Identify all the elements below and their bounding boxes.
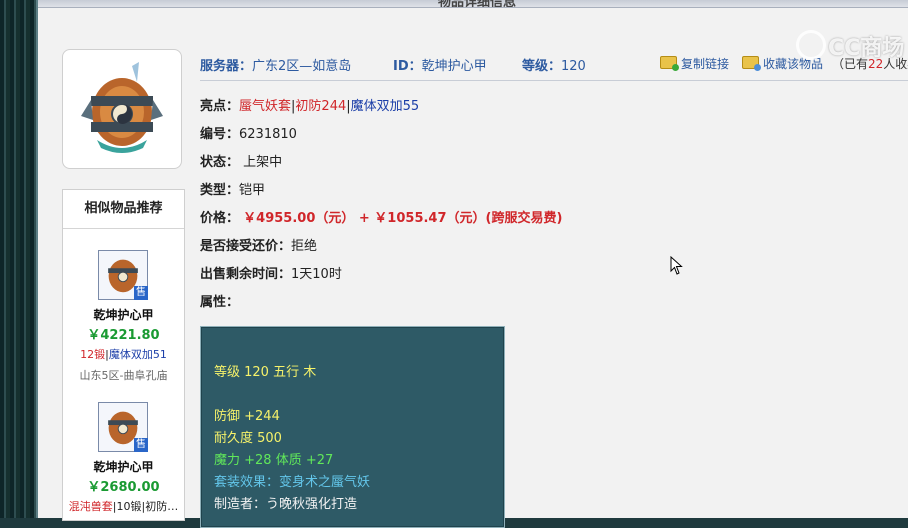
favorite-icon xyxy=(742,56,761,71)
level-value: 120 xyxy=(561,59,586,74)
time-left-row: 出售剩余时间：1天10时 xyxy=(200,267,342,282)
type-value: 铠甲 xyxy=(239,183,266,198)
attr-durability: 耐久度 500 xyxy=(214,431,282,446)
attr-set-effect: 套装效果：变身术之蜃气妖 xyxy=(214,475,371,490)
time-left-value: 1天10时 xyxy=(291,267,342,282)
attributes-panel: 等级 120 五行 木 防御 +244 耐久度 500 魔力 +28 体质 +2… xyxy=(200,326,505,528)
similar-item-tags: 12锻|魔体双加51 xyxy=(80,348,167,361)
armor-icon xyxy=(81,62,163,153)
id-value: 乾坤护心甲 xyxy=(421,59,487,74)
watermark-logo: CC商场 xyxy=(796,30,904,62)
level-info: 等级：120 xyxy=(522,59,586,74)
attr-defense: 防御 +244 xyxy=(214,409,280,424)
similar-item-thumb[interactable]: 售 xyxy=(98,402,148,452)
section-title: 物品详细信息 xyxy=(438,0,517,8)
similar-items-panel: 相似物品推荐 售 乾坤护心甲 ￥4221.80 12锻|魔体双加51 山东5区-… xyxy=(62,189,185,521)
similar-item-name[interactable]: 乾坤护心甲 xyxy=(63,458,184,475)
server-value: 广东2区—如意岛 xyxy=(252,59,352,74)
similar-item-name[interactable]: 乾坤护心甲 xyxy=(63,306,184,323)
number-value: 6231810 xyxy=(239,127,297,142)
sale-badge: 售 xyxy=(134,286,148,300)
highlight-defense: 初防244 xyxy=(295,99,347,114)
id-info: ID：乾坤护心甲 xyxy=(393,59,487,74)
similar-item-price: ￥4221.80 xyxy=(87,328,160,343)
highlight-set: 蜃气妖套 xyxy=(239,99,292,114)
status-value: 上架中 xyxy=(243,155,283,170)
attr-maker: 制造者：う晚秋强化打造 xyxy=(214,497,358,512)
copy-link-icon xyxy=(660,56,679,71)
item-image-box xyxy=(62,49,182,169)
attributes-label-row: 属性： xyxy=(200,295,240,310)
left-rail xyxy=(0,0,38,518)
similar-item-price: ￥2680.00 xyxy=(87,480,160,495)
similar-item-thumb[interactable]: 售 xyxy=(98,250,148,300)
attr-stats: 魔力 +28 体质 +27 xyxy=(214,453,334,468)
watermark-ring-icon xyxy=(796,30,826,60)
similar-items-title: 相似物品推荐 xyxy=(63,190,184,229)
price-value: ￥4955.00（元） + ￥1055.47（元）(跨服交易费) xyxy=(243,211,563,226)
counter-offer-row: 是否接受还价：拒绝 xyxy=(200,239,318,254)
highlight-stats: 魔体双加55 xyxy=(350,99,420,114)
highlight-row: 亮点：蜃气妖套|初防244|魔体双加55 xyxy=(200,99,420,114)
section-header: 物品详细信息 xyxy=(38,0,908,8)
counter-offer-value: 拒绝 xyxy=(291,239,318,254)
number-row: 编号：6231810 xyxy=(200,127,297,142)
type-row: 类型：铠甲 xyxy=(200,183,266,198)
sale-badge: 售 xyxy=(134,438,148,452)
price-row: 价格： ￥4955.00（元） + ￥1055.47（元）(跨服交易费) xyxy=(200,211,563,226)
similar-item-server: 山东5区-曲阜孔庙 xyxy=(79,369,168,382)
attr-level-line: 等级 120 五行 木 xyxy=(214,365,317,380)
mouse-cursor-icon xyxy=(670,256,683,275)
item-detail-page: 物品详细信息 服务器：广东2区—如意岛 ID：乾坤护心甲 等级：120 复制链接 xyxy=(38,0,908,528)
similar-item-tags: 混沌兽套|10锻|初防… xyxy=(68,500,179,513)
copy-link-button[interactable]: 复制链接 xyxy=(660,55,729,72)
server-info: 服务器：广东2区—如意岛 xyxy=(200,59,352,74)
status-row: 状态： 上架中 xyxy=(200,155,283,170)
